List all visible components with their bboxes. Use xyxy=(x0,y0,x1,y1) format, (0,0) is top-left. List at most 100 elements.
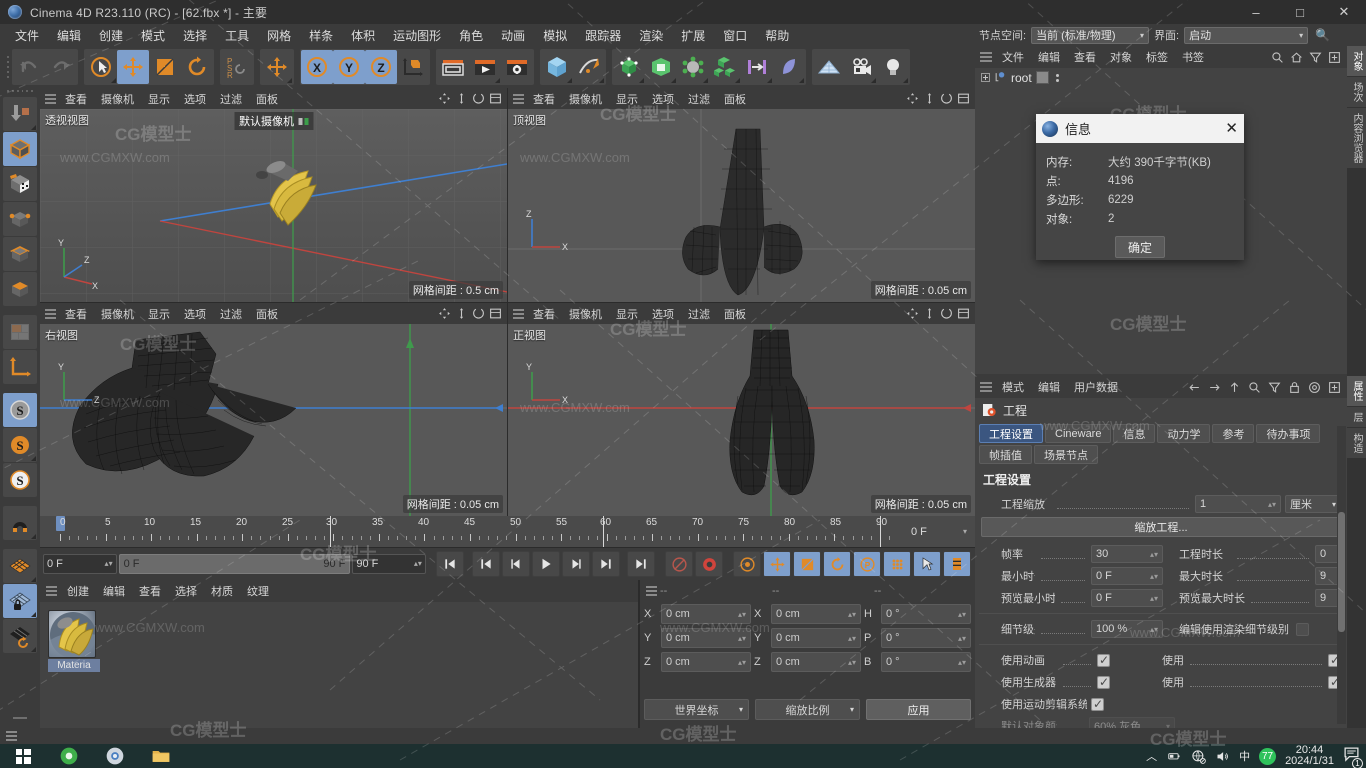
workplane-button[interactable]: S xyxy=(3,463,37,497)
search-icon[interactable]: 🔍 xyxy=(1313,28,1330,42)
orbit-icon[interactable] xyxy=(472,92,485,105)
menu-mode[interactable]: 模式 xyxy=(132,25,174,46)
orbit-icon[interactable] xyxy=(940,307,953,320)
viewport-menu-view[interactable]: 查看 xyxy=(58,305,94,323)
menu-help[interactable]: 帮助 xyxy=(756,25,798,46)
target-icon[interactable] xyxy=(1308,381,1321,394)
spinner-icon[interactable]: ▴▾ xyxy=(848,634,856,643)
point-mode-button[interactable] xyxy=(3,202,37,236)
object-visibility-dots-icon[interactable] xyxy=(1055,73,1059,82)
axis-modify-button[interactable] xyxy=(3,350,37,384)
undo-button[interactable] xyxy=(13,50,45,84)
taskbar-app-browser[interactable] xyxy=(46,744,92,768)
autokey-button[interactable] xyxy=(665,551,694,577)
zoom-icon[interactable] xyxy=(923,307,936,320)
vtab-content-browser[interactable]: 内容浏览器 xyxy=(1347,108,1366,169)
minimize-button[interactable]: ‒ xyxy=(1234,0,1278,24)
viewport-menu-filter[interactable]: 过滤 xyxy=(681,305,717,323)
maximize-viewport-icon[interactable] xyxy=(489,92,502,105)
position-y-field[interactable]: 0 cm ▴▾ xyxy=(661,628,751,648)
viewport-menu-grip[interactable] xyxy=(510,93,526,104)
zoom-icon[interactable] xyxy=(455,307,468,320)
object-menu-file[interactable]: 文件 xyxy=(995,48,1031,66)
mograph-cloner-button[interactable] xyxy=(709,50,741,84)
spinner-icon[interactable]: ▴▾ xyxy=(958,658,966,667)
spinner-icon[interactable]: ▴▾ xyxy=(738,634,746,643)
vtab-attributes[interactable]: 属性 xyxy=(1347,376,1366,407)
close-button[interactable]: ✕ xyxy=(1322,0,1366,24)
viewport-perspective-canvas[interactable]: Y Z X 透视视图 默认摄像机 网格间距 : 0.5 cm xyxy=(40,109,507,302)
use-motion-clip-checkbox[interactable] xyxy=(1091,697,1104,711)
viewport-front-canvas[interactable]: 正视图 Y X 网格间距 : 0.05 cm xyxy=(508,324,975,516)
make-editable-button[interactable] xyxy=(3,97,37,131)
maximize-button[interactable]: □ xyxy=(1278,0,1322,24)
render-settings-button[interactable] xyxy=(501,50,533,84)
zoom-icon[interactable] xyxy=(455,92,468,105)
position-z-field[interactable]: 0 cm ▴▾ xyxy=(661,652,751,672)
rotate-tool-button[interactable] xyxy=(181,50,213,84)
menu-window[interactable]: 窗口 xyxy=(714,25,756,46)
up-arrow-icon[interactable] xyxy=(1228,381,1241,394)
default-color-select[interactable]: 60% 灰色 ▾ xyxy=(1089,717,1175,728)
viewport-right-canvas[interactable]: 右视图 Y Z 网格间距 : 0.05 cm xyxy=(40,324,507,516)
keyframe-mode-button[interactable] xyxy=(943,551,971,577)
camera-button[interactable] xyxy=(845,50,877,84)
vtab-objects[interactable]: 对象 xyxy=(1347,46,1366,77)
notification-center-button[interactable]: 1 xyxy=(1343,746,1363,768)
snap-magnet-button[interactable] xyxy=(3,506,37,540)
lock-workplane-button[interactable] xyxy=(3,584,37,618)
object-menu-bookmarks[interactable]: 书签 xyxy=(1175,48,1211,66)
deformer-button[interactable] xyxy=(677,50,709,84)
object-world-coordinate-button[interactable] xyxy=(397,50,429,84)
go-to-end-button[interactable] xyxy=(627,551,656,577)
light-button[interactable] xyxy=(877,50,909,84)
toolbar-grip[interactable] xyxy=(4,50,12,84)
rotation-h-field[interactable]: 0 ° ▴▾ xyxy=(881,604,971,624)
coordinate-menu-grip[interactable] xyxy=(642,586,660,596)
viewport-menu-display[interactable]: 显示 xyxy=(609,305,645,323)
viewport-right[interactable]: 查看 摄像机 显示 选项 过滤 面板 右视图 Y Z 网格间距: 0.05 c… xyxy=(40,303,507,516)
filter-icon[interactable] xyxy=(1309,51,1322,64)
viewport-top[interactable]: 查看 摄像机 显示 选项 过滤 面板 顶视图 Z X 网格间距: 0.05 c… xyxy=(508,88,975,302)
viewport-menu-camera[interactable]: 摄像机 xyxy=(94,305,141,323)
menu-mograph[interactable]: 运动图形 xyxy=(384,25,450,46)
nurbs-generator-button[interactable] xyxy=(613,50,645,84)
object-row-root[interactable]: root xyxy=(975,68,1347,87)
project-scale-unit-select[interactable]: 厘米 ▾ xyxy=(1285,495,1341,513)
battery-icon[interactable] xyxy=(1166,749,1182,763)
keyframe-selection-button[interactable] xyxy=(733,551,761,577)
material-menu-view[interactable]: 查看 xyxy=(132,582,168,600)
menu-create[interactable]: 创建 xyxy=(90,25,132,46)
model-mode-button[interactable] xyxy=(3,132,37,166)
tab-reference[interactable]: 参考 xyxy=(1212,424,1255,443)
tab-frame-interpolation[interactable]: 帧插值 xyxy=(979,445,1032,464)
viewport-menu-camera[interactable]: 摄像机 xyxy=(562,90,609,108)
workplane-rotate-button[interactable] xyxy=(3,619,37,653)
menu-tools[interactable]: 工具 xyxy=(216,25,258,46)
scale-tool-button[interactable] xyxy=(149,50,181,84)
info-dialog[interactable]: 信息 ✕ 内存: 大约 390千字节(KB) 点: 4196 多边形: 6229… xyxy=(1036,114,1244,260)
menu-spline[interactable]: 样条 xyxy=(300,25,342,46)
attribute-menu-userdata[interactable]: 用户数据 xyxy=(1067,378,1125,396)
play-button[interactable] xyxy=(531,551,560,577)
menu-edit[interactable]: 编辑 xyxy=(48,25,90,46)
vtab-structure[interactable]: 构造 xyxy=(1347,428,1366,459)
taskbar-app-chrome[interactable] xyxy=(92,744,138,768)
enable-axis-button[interactable]: S xyxy=(3,393,37,427)
spinner-icon[interactable]: ▴▾ xyxy=(1150,594,1158,603)
menu-tracker[interactable]: 跟踪器 xyxy=(576,25,630,46)
redo-button[interactable] xyxy=(45,50,77,84)
render-queue-button[interactable] xyxy=(469,50,501,84)
attribute-scrollbar[interactable] xyxy=(1337,426,1346,724)
record-rotation-button[interactable] xyxy=(823,551,851,577)
viewport-menu-filter[interactable]: 过滤 xyxy=(213,305,249,323)
node-space-select[interactable]: 当前 (标准/物理) ▾ xyxy=(1031,26,1150,44)
menu-select[interactable]: 选择 xyxy=(174,25,216,46)
search-icon[interactable] xyxy=(1248,381,1261,394)
orbit-icon[interactable] xyxy=(940,92,953,105)
use-generator-checkbox[interactable] xyxy=(1097,675,1110,689)
spinner-icon[interactable]: ▴▾ xyxy=(738,610,746,619)
menu-simulate[interactable]: 模拟 xyxy=(534,25,576,46)
go-to-previous-key-button[interactable] xyxy=(471,551,500,577)
preview-min-field[interactable]: 0 F ▴▾ xyxy=(1091,589,1163,607)
